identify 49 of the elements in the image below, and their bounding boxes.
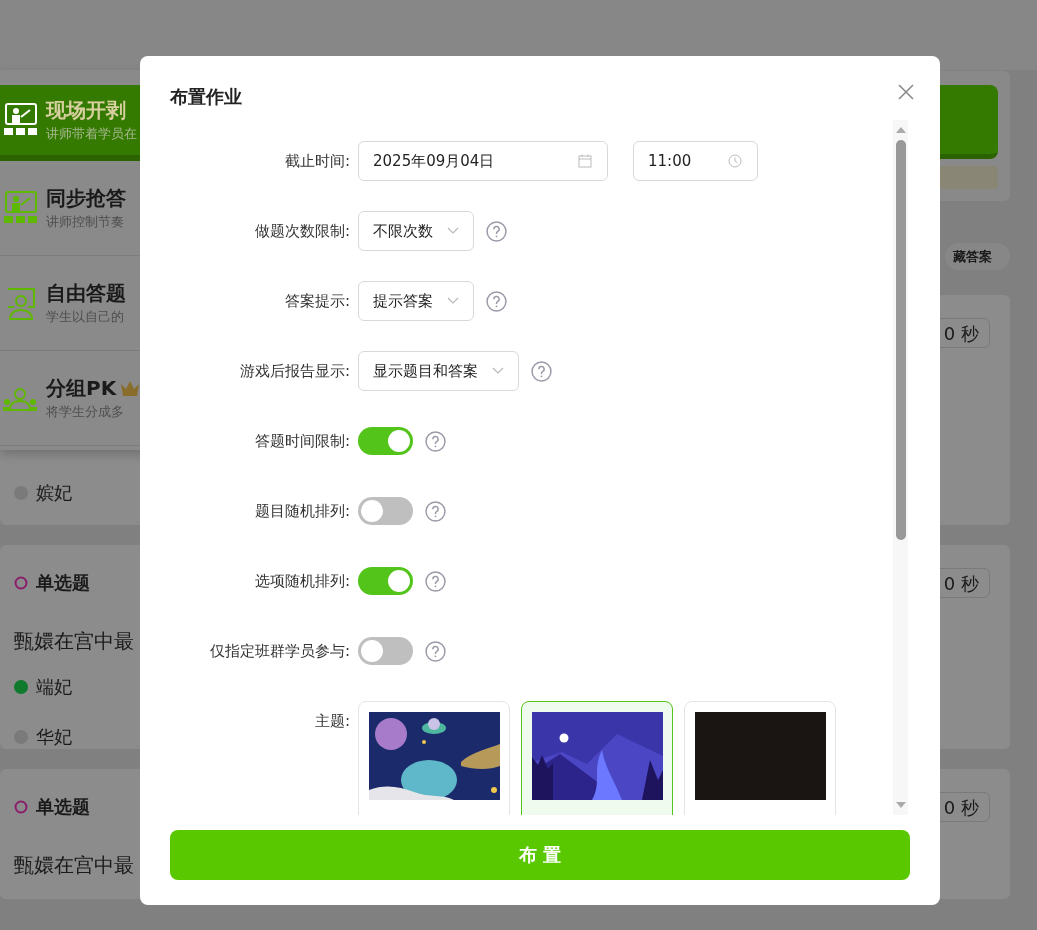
option-text: 华妃	[36, 725, 72, 749]
clock-icon	[727, 153, 743, 169]
question-type-icon	[14, 576, 28, 590]
toggle-switch[interactable]	[358, 567, 413, 595]
question-text: 甄嬛在宫中最	[14, 628, 134, 655]
select-field[interactable]: 提示答案	[358, 281, 474, 321]
option-text: 嫔妃	[36, 481, 72, 505]
option-text: 端妃	[36, 675, 72, 699]
toggle-switch[interactable]	[358, 497, 413, 525]
question-type-icon	[14, 800, 28, 814]
hide-answer-button[interactable]: 藏答案	[945, 243, 1010, 270]
toggle-switch[interactable]	[358, 637, 413, 665]
theme-card[interactable]	[521, 701, 673, 815]
field-label: 做题次数限制:	[253, 221, 350, 241]
mode-title: 现场开剥	[46, 97, 126, 124]
scroll-down-icon[interactable]	[894, 801, 907, 809]
chevron-down-icon	[447, 297, 459, 305]
field-label: 答题时间限制:	[253, 431, 350, 451]
scroll-up-icon[interactable]	[894, 126, 907, 134]
chevron-down-icon	[492, 367, 504, 375]
dialog-title: 布置作业	[170, 85, 242, 109]
time-field[interactable]: 11:00	[633, 141, 758, 181]
date-field[interactable]: 2025年09月04日	[358, 141, 608, 181]
select-field[interactable]: 不限次数	[358, 211, 474, 251]
calendar-icon	[577, 153, 593, 169]
mode-title: 自由答题	[46, 280, 126, 307]
field-label: 答案提示:	[283, 291, 350, 311]
select-field[interactable]: 显示题目和答案	[358, 351, 519, 391]
mode-title: 分组PK	[46, 375, 117, 402]
mode-description: 学生以自己的	[46, 309, 125, 326]
scrollbar-thumb[interactable]	[895, 140, 906, 540]
field-label: 截止时间:	[283, 151, 350, 171]
mode-icon	[2, 190, 38, 226]
mode-icon	[2, 102, 38, 138]
chevron-down-icon	[447, 227, 459, 235]
question-type: 单选题	[36, 571, 90, 595]
mode-title: 同步抢答	[46, 185, 126, 212]
field-label: 游戏后报告显示:	[238, 361, 350, 381]
toggle-switch[interactable]	[358, 427, 413, 455]
field-label: 选项随机排列:	[253, 571, 350, 591]
field-label: 题目随机排列:	[253, 501, 350, 521]
scrollbar[interactable]	[893, 120, 908, 815]
question-text: 甄嬛在宫中最	[14, 852, 134, 879]
mode-description: 讲师带着学员在	[46, 126, 137, 143]
close-icon[interactable]	[898, 84, 914, 100]
mode-description: 将学生分成多	[46, 404, 125, 421]
question-type: 单选题	[36, 795, 90, 819]
field-label: 仅指定班群学员参与:	[208, 641, 350, 661]
field-label: 主题:	[313, 711, 350, 731]
